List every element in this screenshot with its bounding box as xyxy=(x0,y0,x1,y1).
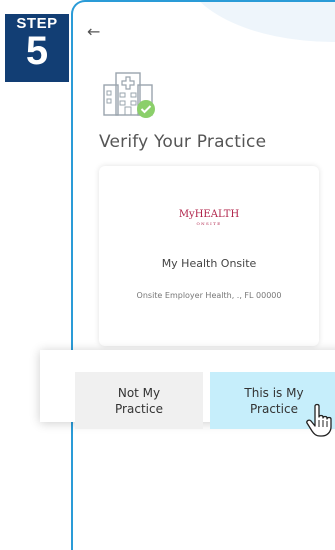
practice-logo-subtext: ONSITE xyxy=(196,221,222,226)
this-is-my-practice-label: This is My Practice xyxy=(244,385,304,416)
background-swoosh xyxy=(183,2,335,42)
page-title: Verify Your Practice xyxy=(99,132,267,152)
step-number: 5 xyxy=(25,29,49,73)
practice-address: Onsite Employer Health, ., FL 00000 xyxy=(136,291,282,300)
phone-frame: ← Verify Your Practice MyHEALTH ONSITE M… xyxy=(71,0,335,550)
back-arrow-icon[interactable]: ← xyxy=(87,22,100,41)
practice-card: MyHEALTH ONSITE My Health Onsite Onsite … xyxy=(99,166,319,346)
not-my-practice-button[interactable]: Not My Practice xyxy=(75,372,203,429)
not-my-practice-label: Not My Practice xyxy=(115,385,163,416)
practice-logo-text: MyHEALTH xyxy=(178,209,240,220)
hospital-check-icon xyxy=(103,72,155,118)
step-badge: STEP 5 xyxy=(5,14,69,82)
practice-logo: MyHEALTH ONSITE xyxy=(99,209,319,226)
hand-pointer-icon xyxy=(306,403,332,437)
practice-name: My Health Onsite xyxy=(161,257,257,270)
